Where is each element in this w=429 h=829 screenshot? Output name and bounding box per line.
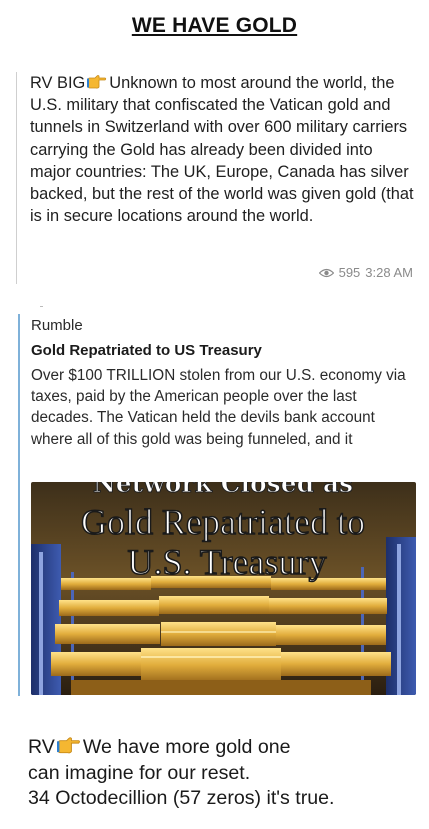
- message-2-text-1: We have more gold one: [82, 736, 291, 758]
- thumbnail-line1: Gold Repatriated to: [81, 502, 365, 542]
- link-headline[interactable]: Gold Repatriated to US Treasury: [31, 342, 262, 359]
- message-meta: 595 3:28 AM: [318, 265, 413, 280]
- thumbnail-line2: U.S. Treasury: [127, 542, 326, 582]
- message-text: RV BIG Unknown to most around the world, …: [30, 72, 414, 227]
- link-preview-card[interactable]: Rumble Gold Repatriated to US Treasury O…: [18, 314, 418, 696]
- message-bubble: RV BIG Unknown to most around the world, …: [16, 72, 417, 284]
- message-2: RV We have more gold one can imagine for …: [28, 735, 423, 812]
- thumbnail-top-text: Network Closed as: [93, 482, 353, 498]
- message-2-line-2: can imagine for our reset.: [28, 761, 251, 784]
- backhand-index-pointing-right-icon: [87, 75, 107, 89]
- message-2-prefix: RV: [28, 736, 55, 758]
- message-2-line-3: 34 Octodecillion (57 zeros) it's true.: [28, 787, 335, 810]
- divider: [40, 306, 43, 307]
- link-source: Rumble: [31, 317, 83, 334]
- eye-icon: [318, 268, 334, 277]
- message-prefix: RV BIG: [30, 74, 86, 92]
- message-body: Unknown to most around the world, the U.…: [30, 74, 414, 226]
- link-thumbnail[interactable]: Network Closed as Gold Repatriated to U.…: [31, 482, 416, 695]
- link-description: Over $100 TRILLION stolen from our U.S. …: [31, 367, 406, 448]
- page-title: WE HAVE GOLD: [131, 14, 298, 37]
- view-count: 595: [338, 265, 361, 280]
- backhand-index-pointing-right-icon: [56, 737, 80, 754]
- message-2-line-1: RV We have more gold one: [28, 735, 423, 761]
- message-time: 3:28 AM: [365, 265, 413, 280]
